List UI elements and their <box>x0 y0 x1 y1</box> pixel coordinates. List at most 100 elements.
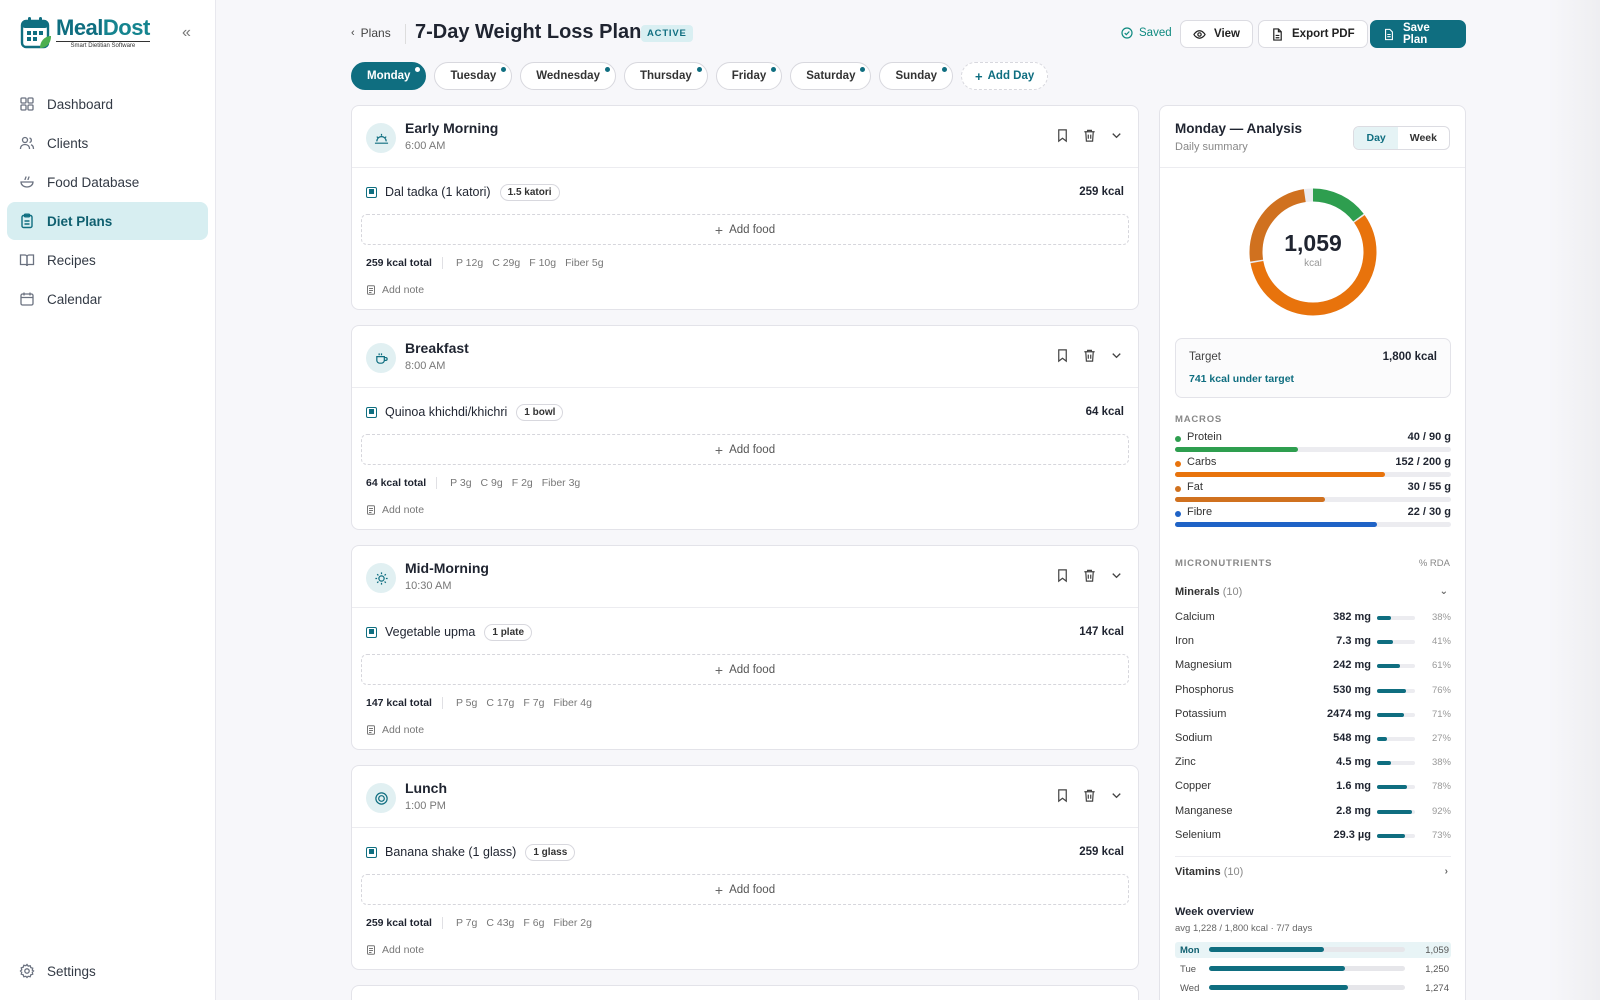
sidebar-item-clients[interactable]: Clients <box>7 124 208 162</box>
mineral-rda-fill <box>1377 616 1392 620</box>
add-food-button[interactable]: + Add food <box>361 434 1129 465</box>
chevron-down-icon[interactable] <box>1109 128 1124 143</box>
status-dot <box>771 67 777 72</box>
tab-saturday[interactable]: Saturday <box>790 62 872 90</box>
trash-icon[interactable] <box>1082 128 1097 143</box>
tab-sunday[interactable]: Sunday <box>879 62 954 90</box>
sidebar-item-dashboard[interactable]: Dashboard <box>7 85 208 123</box>
meal-header[interactable]: Mid-Morning 10:30 AM <box>352 546 1138 608</box>
meal-protein: P 7g <box>455 917 478 929</box>
add-food-label: Add food <box>729 883 776 896</box>
vitamins-group-toggle[interactable]: Vitamins (10) › <box>1175 866 1451 878</box>
meal-time: 8:00 AM <box>405 360 446 372</box>
sidebar-item-settings[interactable]: Settings <box>19 963 96 979</box>
sidebar-item-diet-plans[interactable]: Diet Plans <box>7 202 208 240</box>
tab-wednesday[interactable]: Wednesday <box>520 62 616 90</box>
tab-tuesday[interactable]: Tuesday <box>434 62 513 90</box>
bookmark-icon[interactable] <box>1055 348 1070 363</box>
food-quantity[interactable]: 1.5 katori <box>499 183 560 201</box>
week-row-wed[interactable]: Wed 1,274 <box>1175 980 1451 996</box>
mineral-amount: 4.5 mg <box>1336 756 1371 769</box>
food-row[interactable]: Dal tadka (1 katori) 1.5 katori 259 kcal <box>366 182 1124 202</box>
meal-summary: 147 kcal total P 5g C 17g F 7g Fiber 4g <box>366 697 592 709</box>
plus-icon: + <box>714 661 724 678</box>
mineral-rda-fill <box>1377 833 1405 838</box>
chevron-down-icon[interactable] <box>1109 568 1124 583</box>
brand-name-a: Meal <box>56 15 103 40</box>
sidebar-item-recipes[interactable]: Recipes <box>7 241 208 279</box>
tab-friday[interactable]: Friday <box>715 62 783 90</box>
meal-summary: 64 kcal total P 3g C 9g F 2g Fiber 3g <box>366 477 580 489</box>
week-bar-fill <box>1209 966 1346 971</box>
add-food-button[interactable]: + Add food <box>361 874 1129 905</box>
meal-header[interactable]: Breakfast 8:00 AM <box>352 326 1138 388</box>
food-checkbox[interactable] <box>366 186 377 198</box>
trash-icon[interactable] <box>1082 348 1097 363</box>
food-checkbox[interactable] <box>366 846 377 858</box>
mineral-amount: 548 mg <box>1333 732 1371 744</box>
food-checkbox[interactable] <box>366 626 377 638</box>
bookmark-icon[interactable] <box>1055 788 1070 803</box>
tab-thursday[interactable]: Thursday <box>623 62 708 90</box>
export-pdf-button[interactable]: Export PDF <box>1258 20 1368 48</box>
back-label: Plans <box>360 26 391 40</box>
analysis-subtitle: Daily summary <box>1175 141 1248 153</box>
collapse-sidebar-icon[interactable]: « <box>182 25 198 42</box>
mineral-row-phosphorus: Phosphorus 530 mg 76% <box>1175 684 1451 700</box>
macro-amount: 22 / 30 g <box>1407 506 1451 518</box>
plus-icon: + <box>714 881 724 898</box>
trash-icon[interactable] <box>1082 568 1097 583</box>
chevron-down-icon[interactable] <box>1109 348 1124 363</box>
add-note-link[interactable]: Add note <box>366 724 424 736</box>
food-row[interactable]: Vegetable upma 1 plate 147 kcal <box>366 622 1124 642</box>
meal-header[interactable]: Lunch 1:00 PM <box>352 766 1138 828</box>
meal-fiber: Fiber 2g <box>553 917 592 929</box>
note-icon <box>367 725 375 735</box>
toggle-week[interactable]: Week <box>1398 127 1449 149</box>
food-row[interactable]: Quinoa khichdi/khichri 1 bowl 64 kcal <box>366 402 1124 422</box>
status-dot <box>696 67 702 72</box>
food-checkbox[interactable] <box>366 406 377 418</box>
status-dot <box>860 67 866 72</box>
minerals-group-toggle[interactable]: Minerals (10) ⌄ <box>1175 586 1451 598</box>
target-label: Target <box>1189 351 1221 363</box>
mineral-rda-track <box>1377 640 1415 645</box>
add-day-button[interactable]: + Add Day <box>961 62 1049 90</box>
add-food-button[interactable]: + Add food <box>361 654 1129 685</box>
chevron-left-icon: ‹ <box>351 27 355 39</box>
gear-icon <box>19 963 35 979</box>
week-row-tue[interactable]: Tue 1,250 <box>1175 961 1451 977</box>
week-overview-title: Week overview <box>1175 906 1254 918</box>
meal-header[interactable]: Early Morning 6:00 AM <box>352 106 1138 168</box>
tab-monday[interactable]: Monday <box>351 62 427 90</box>
food-quantity[interactable]: 1 glass <box>525 843 576 861</box>
toggle-day[interactable]: Day <box>1354 127 1398 149</box>
food-quantity[interactable]: 1 bowl <box>516 403 564 421</box>
rda-label: % RDA <box>1418 558 1450 569</box>
chevron-down-icon[interactable] <box>1109 788 1124 803</box>
total-kcal: 1,059 <box>1284 230 1342 256</box>
add-food-button[interactable]: + Add food <box>361 214 1129 245</box>
add-note-link[interactable]: Add note <box>366 944 424 956</box>
bookmark-icon[interactable] <box>1055 128 1070 143</box>
mineral-rda-percent: 41% <box>1431 636 1451 648</box>
back-to-plans-link[interactable]: ‹ Plans <box>351 26 391 40</box>
food-quantity[interactable]: 1 plate <box>484 623 533 641</box>
mineral-rda-fill <box>1377 761 1392 766</box>
food-row[interactable]: Banana shake (1 glass) 1 glass 259 kcal <box>366 842 1124 862</box>
add-note-link[interactable]: Add note <box>366 504 424 516</box>
week-row-mon[interactable]: Mon 1,059 <box>1175 942 1451 958</box>
calendar-icon <box>20 292 34 306</box>
bookmark-icon[interactable] <box>1055 568 1070 583</box>
mineral-row-calcium: Calcium 382 mg 38% <box>1175 611 1451 627</box>
view-button[interactable]: View <box>1180 20 1253 48</box>
add-note-link[interactable]: Add note <box>366 284 424 296</box>
mineral-rda-track <box>1377 761 1415 766</box>
save-plan-button[interactable]: Save Plan <box>1370 20 1466 48</box>
logo[interactable]: MealDost Smart Dietitian Software <box>20 16 150 50</box>
sidebar-item-food-database[interactable]: Food Database <box>7 163 208 201</box>
mineral-name: Manganese <box>1175 804 1233 817</box>
trash-icon[interactable] <box>1082 788 1097 803</box>
food-name: Quinoa khichdi/khichri <box>385 405 508 419</box>
sidebar-item-calendar[interactable]: Calendar <box>7 280 208 318</box>
